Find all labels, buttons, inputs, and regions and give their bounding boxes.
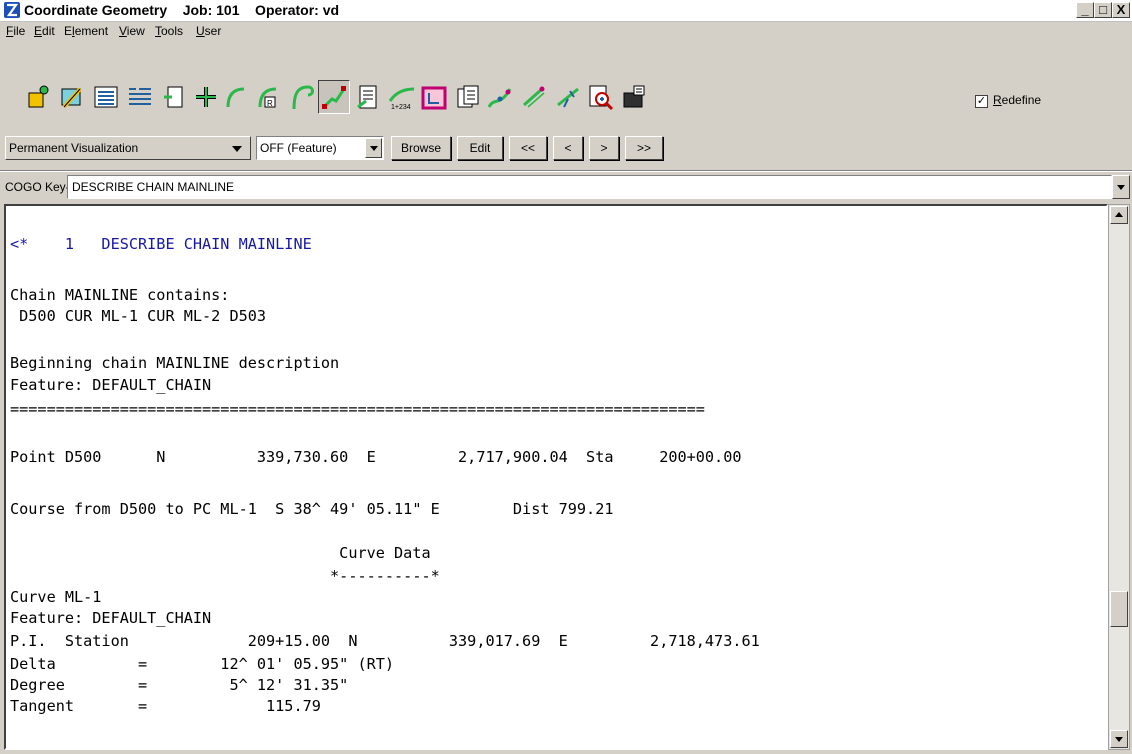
chevron-down-icon bbox=[232, 146, 242, 152]
scroll-thumb[interactable] bbox=[1110, 591, 1128, 627]
output-line: ========================================… bbox=[10, 400, 705, 418]
output-line: Beginning chain MAINLINE description bbox=[10, 354, 340, 372]
chain-icon[interactable] bbox=[318, 80, 350, 114]
navigator-icon[interactable] bbox=[584, 80, 616, 114]
parcel-icon[interactable] bbox=[418, 80, 450, 114]
title-bar: Coordinate Geometry Job: 101 Operator: v… bbox=[0, 0, 1132, 22]
next-button[interactable]: > bbox=[589, 136, 619, 160]
output-line: Degree = 5^ 12' 31.35" bbox=[10, 676, 349, 694]
output-console[interactable]: <* 1 DESCRIBE CHAIN MAINLINE Chain MAINLI… bbox=[4, 204, 1108, 750]
spiral-icon[interactable] bbox=[286, 80, 318, 114]
output-line: Course from D500 to PC ML-1 S 38^ 49' 05… bbox=[10, 500, 614, 518]
chevron-down-icon[interactable] bbox=[365, 138, 382, 158]
list-icon[interactable] bbox=[90, 80, 122, 114]
vertical-scrollbar[interactable] bbox=[1108, 204, 1130, 750]
menu-tools[interactable]: Tools bbox=[155, 24, 183, 38]
app-icon bbox=[4, 2, 20, 18]
menu-element[interactable]: Element bbox=[64, 24, 108, 38]
output-line: Delta = 12^ 01' 05.95" (RT) bbox=[10, 655, 395, 673]
output-line: Tangent = 115.79 bbox=[10, 697, 321, 715]
menu-bar: File Edit Element View Tools User bbox=[0, 22, 1132, 42]
output-line: Curve Data bbox=[10, 544, 431, 562]
previous-button[interactable]: < bbox=[553, 136, 583, 160]
cogo-keyin-input[interactable] bbox=[67, 175, 1112, 199]
curve-radius-icon[interactable]: R bbox=[252, 80, 284, 114]
output-line: Chain MAINLINE contains: bbox=[10, 286, 230, 304]
redefine-checkbox[interactable]: ✓ bbox=[975, 95, 988, 108]
output-line: Feature: DEFAULT_CHAIN bbox=[10, 609, 212, 627]
edit-icon[interactable] bbox=[56, 80, 88, 114]
stationing-icon[interactable]: 1+234 bbox=[386, 80, 418, 114]
keyin-history-dropdown[interactable] bbox=[1112, 175, 1130, 199]
last-button[interactable]: >> bbox=[625, 136, 663, 160]
browse-button[interactable]: Browse bbox=[391, 136, 451, 160]
output-line: Point D500 N 339,730.60 E 2,717,900.04 S… bbox=[10, 448, 742, 466]
output-line: *----------* bbox=[10, 567, 440, 585]
profile-icon[interactable] bbox=[484, 80, 516, 114]
point-icon[interactable] bbox=[190, 80, 222, 114]
svg-text:1+234: 1+234 bbox=[391, 104, 411, 111]
output-line: Curve ML-1 bbox=[10, 588, 102, 606]
output-line: Feature: DEFAULT_CHAIN bbox=[10, 376, 212, 394]
first-button[interactable]: << bbox=[509, 136, 547, 160]
close-button[interactable]: X bbox=[1112, 2, 1130, 18]
key-in-icon[interactable] bbox=[22, 80, 54, 114]
parcel-list-icon[interactable] bbox=[452, 80, 484, 114]
window-title: Coordinate Geometry Job: 101 Operator: v… bbox=[24, 2, 340, 18]
redefine-label: Redefine bbox=[993, 93, 1042, 107]
chain-list-icon[interactable] bbox=[352, 80, 384, 114]
transform-icon[interactable] bbox=[518, 80, 550, 114]
store-icon[interactable] bbox=[158, 80, 190, 114]
traverse-icon[interactable] bbox=[552, 80, 584, 114]
minimize-button[interactable]: _ bbox=[1076, 2, 1094, 18]
report-icon[interactable] bbox=[124, 80, 156, 114]
visualize-icon[interactable] bbox=[618, 80, 650, 114]
menu-file[interactable]: File bbox=[6, 24, 25, 38]
menu-user[interactable]: User bbox=[196, 24, 221, 38]
curve-icon[interactable] bbox=[220, 80, 252, 114]
edit-button[interactable]: Edit bbox=[457, 136, 503, 160]
maximize-button[interactable]: □ bbox=[1094, 2, 1112, 18]
feature-dropdown[interactable]: OFF (Feature) bbox=[256, 136, 384, 160]
menu-view[interactable]: View bbox=[119, 24, 145, 38]
separator bbox=[0, 170, 1132, 172]
output-line: D500 CUR ML-1 CUR ML-2 D503 bbox=[10, 307, 267, 325]
svg-text:R: R bbox=[267, 99, 273, 108]
visualization-dropdown[interactable]: Permanent Visualization bbox=[5, 136, 251, 160]
output-line: <* 1 DESCRIBE CHAIN MAINLINE bbox=[10, 235, 312, 253]
scroll-up-button[interactable] bbox=[1110, 206, 1128, 224]
output-line: P.I. Station 209+15.00 N 339,017.69 E 2,… bbox=[10, 632, 760, 650]
menu-edit[interactable]: Edit bbox=[34, 24, 55, 38]
scroll-down-button[interactable] bbox=[1110, 730, 1128, 748]
